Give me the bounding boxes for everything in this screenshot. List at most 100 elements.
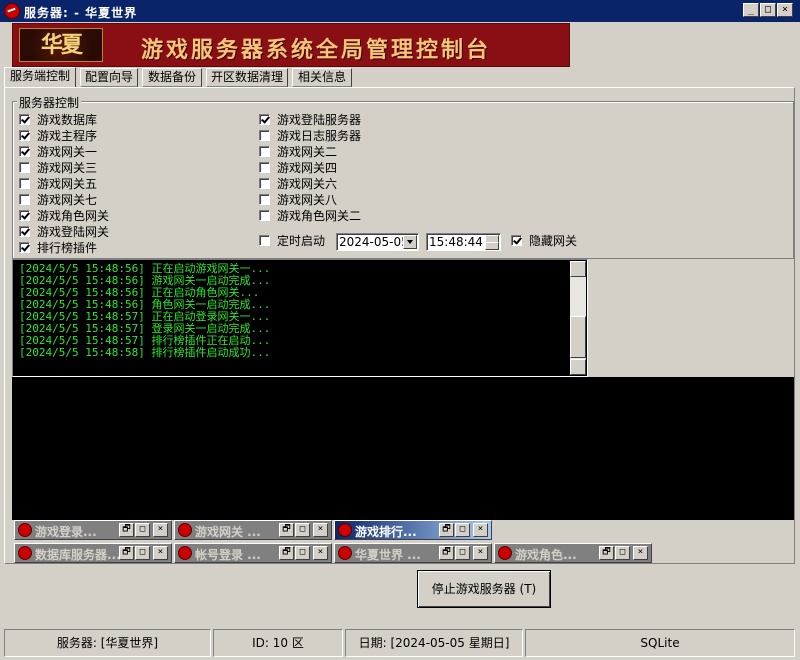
status-server: 服务器: [华夏世界]	[4, 629, 211, 657]
tab-about[interactable]: 相关信息	[292, 68, 352, 87]
checkbox-box[interactable]	[19, 146, 30, 157]
tab-data-cleanup[interactable]: 开区数据清理	[206, 68, 288, 87]
log-console[interactable]: [2024/5/5 15:48:56] 正在启动游戏网关一... [2024/5/…	[12, 259, 588, 377]
checkbox-label: 游戏角色网关	[37, 209, 110, 223]
maximize-button[interactable]: □	[760, 3, 776, 17]
scroll-thumb[interactable]	[570, 316, 586, 358]
close-icon[interactable]: ×	[313, 523, 328, 537]
close-icon[interactable]: ×	[473, 546, 488, 560]
maximize-icon[interactable]: □	[295, 523, 310, 537]
window-title: 数据库服务器...	[35, 548, 121, 562]
checkbox-box[interactable]	[19, 130, 30, 141]
window-title: 游戏排行...	[355, 525, 417, 539]
hide-gateway-checkbox-box[interactable]	[511, 235, 522, 246]
restore-icon[interactable]: 🗗	[279, 523, 294, 537]
maximize-icon[interactable]: □	[135, 523, 150, 537]
restore-icon[interactable]: 🗗	[119, 546, 134, 560]
window-icon	[18, 523, 32, 537]
minimized-window[interactable]: 华夏世界 ... 🗗 □ ×	[334, 543, 492, 563]
window-icon	[338, 546, 352, 560]
checkbox-label: 游戏网关六	[277, 177, 338, 191]
window-title: 帐号登录 ...	[195, 548, 261, 562]
banner: 华夏 游戏服务器系统全局管理控制台	[12, 23, 570, 67]
minimized-window[interactable]: 游戏角色... 🗗 □ ×	[494, 543, 652, 563]
window-title: 游戏角色...	[515, 548, 577, 562]
scroll-up-button[interactable]	[570, 261, 586, 277]
date-dropdown-button[interactable]	[403, 235, 417, 249]
time-value: 15:48:44	[429, 235, 483, 249]
checkbox-label: 游戏角色网关二	[277, 209, 362, 223]
date-picker[interactable]: 2024-05-05	[336, 233, 419, 251]
close-button[interactable]: ×	[777, 3, 793, 17]
close-icon[interactable]: ×	[153, 546, 168, 560]
checkbox-label: 游戏网关一	[37, 145, 98, 159]
log-scrollbar[interactable]	[570, 261, 586, 375]
checkbox-box[interactable]	[259, 130, 270, 141]
maximize-icon[interactable]: □	[295, 546, 310, 560]
checkbox-label: 游戏主程序	[37, 129, 98, 143]
restore-icon[interactable]: 🗗	[439, 523, 454, 537]
minimized-window[interactable]: 游戏登录... 🗗 □ ×	[14, 520, 172, 540]
restore-icon[interactable]: 🗗	[439, 546, 454, 560]
checkbox-box[interactable]	[259, 162, 270, 173]
window-icon	[498, 546, 512, 560]
minimized-window[interactable]: 游戏网关 ... 🗗 □ ×	[174, 520, 332, 540]
checkbox-label: 游戏网关五	[37, 177, 98, 191]
checkbox-box[interactable]	[19, 162, 30, 173]
checkbox-box[interactable]	[19, 242, 30, 253]
tab-config-wizard[interactable]: 配置向导	[80, 68, 138, 87]
close-icon[interactable]: ×	[633, 546, 648, 560]
maximize-icon[interactable]: □	[455, 523, 470, 537]
window-icon	[18, 546, 32, 560]
minimized-window[interactable]: 帐号登录 ... 🗗 □ ×	[174, 543, 332, 563]
checkbox-label: 游戏网关八	[277, 193, 338, 207]
checkbox-box[interactable]	[19, 178, 30, 189]
checkbox-label: 游戏网关三	[37, 161, 98, 175]
stop-server-button[interactable]: 停止游戏服务器 (T)	[417, 570, 551, 608]
window-icon	[178, 523, 192, 537]
minimize-button[interactable]: _	[743, 3, 759, 17]
checkbox-label: 游戏网关七	[37, 193, 98, 207]
checkbox-box[interactable]	[259, 210, 270, 221]
checkbox-box[interactable]	[19, 114, 30, 125]
maximize-icon[interactable]: □	[615, 546, 630, 560]
close-icon[interactable]: ×	[153, 523, 168, 537]
checkbox-box[interactable]	[19, 194, 30, 205]
restore-icon[interactable]: 🗗	[119, 523, 134, 537]
close-icon[interactable]: ×	[473, 523, 488, 537]
minimized-window[interactable]: 游戏排行... 🗗 □ ×	[334, 520, 492, 540]
close-icon[interactable]: ×	[313, 546, 328, 560]
checkbox-label: 游戏网关二	[277, 145, 338, 159]
maximize-icon[interactable]: □	[455, 546, 470, 560]
status-date: 日期: [2024-05-05 星期日]	[345, 629, 523, 657]
checkbox-label: 游戏登陆网关	[37, 225, 110, 239]
checkbox-label: 排行榜插件	[37, 241, 98, 255]
restore-icon[interactable]: 🗗	[279, 546, 294, 560]
banner-title: 游戏服务器系统全局管理控制台	[141, 38, 492, 63]
group-label: 服务器控制	[17, 94, 82, 111]
scroll-down-button[interactable]	[570, 359, 586, 375]
status-id: ID: 10 区	[213, 629, 343, 657]
tab-data-backup[interactable]: 数据备份	[142, 68, 202, 87]
window-title: 服务器: - 华夏世界	[24, 6, 138, 20]
window-icon	[338, 523, 352, 537]
checkbox-box[interactable]	[259, 114, 270, 125]
tab-server-control[interactable]: 服务端控制	[4, 67, 76, 88]
checkbox-label: 游戏登陆服务器	[277, 113, 362, 127]
time-down-button[interactable]	[485, 242, 499, 250]
title-bar: 服务器: - 华夏世界 _ □ ×	[0, 0, 800, 22]
checkbox-box[interactable]	[19, 210, 30, 221]
maximize-icon[interactable]: □	[135, 546, 150, 560]
time-picker[interactable]: 15:48:44	[426, 233, 501, 251]
checkbox-box[interactable]	[259, 146, 270, 157]
status-db: SQLite	[525, 629, 795, 657]
minimized-window[interactable]: 数据库服务器... 🗗 □ ×	[14, 543, 172, 563]
restore-icon[interactable]: 🗗	[599, 546, 614, 560]
app-icon	[4, 3, 20, 19]
checkbox-box[interactable]	[259, 178, 270, 189]
checkbox-label: 游戏数据库	[37, 113, 98, 127]
checkbox-box[interactable]	[259, 194, 270, 205]
checkbox-label: 游戏日志服务器	[277, 129, 362, 143]
timer-checkbox-box[interactable]	[259, 235, 270, 246]
checkbox-box[interactable]	[19, 226, 30, 237]
